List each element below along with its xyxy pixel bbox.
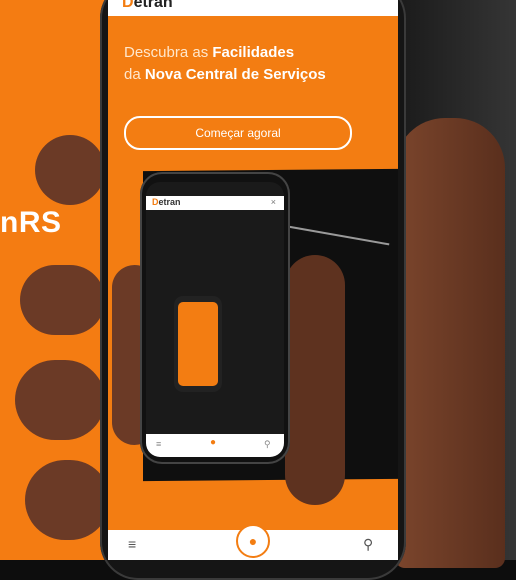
inner-phone-bottom-nav: ≡ ● ⚲ xyxy=(146,434,284,457)
microphone-icon[interactable]: ● xyxy=(236,524,270,558)
inner-hand-palm xyxy=(285,255,345,505)
headline: Descubra as Facilidades da Nova Central … xyxy=(124,44,326,83)
left-hand-finger-3 xyxy=(15,360,105,440)
start-now-button[interactable]: Começar agoral xyxy=(124,116,352,150)
left-hand-finger-4 xyxy=(25,460,110,540)
left-hand-finger-1 xyxy=(35,135,105,205)
inner-menu-icon: ≡ xyxy=(156,439,162,449)
phone-bottom-nav: ≡ ● ⚲ xyxy=(108,524,398,560)
close-icon: × xyxy=(270,197,276,207)
left-hand-finger-2 xyxy=(20,265,105,335)
right-hand-palm xyxy=(395,118,505,568)
phone-top-bar: Detran xyxy=(108,0,398,16)
background-heading-fragment: nRS xyxy=(0,206,62,239)
inner-microphone-icon: ● xyxy=(210,437,217,448)
nested-phone-screen xyxy=(178,302,218,386)
detran-logo[interactable]: Detran xyxy=(122,0,173,12)
menu-icon[interactable]: ≡ xyxy=(128,536,136,552)
inner-detran-logo: Detran xyxy=(152,197,181,207)
search-icon[interactable]: ⚲ xyxy=(363,536,373,553)
inner-search-icon: ⚲ xyxy=(264,439,271,449)
inner-phone-top-bar: Detran × xyxy=(146,196,284,210)
